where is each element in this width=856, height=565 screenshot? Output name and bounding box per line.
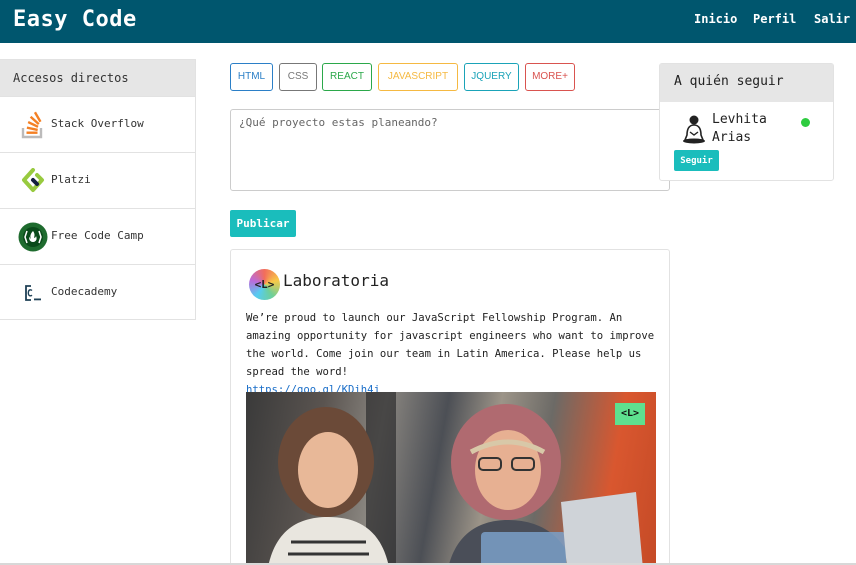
stackoverflow-icon [18,110,48,140]
brand-logo[interactable]: Easy Code [13,7,137,32]
post-text: We’re proud to launch our JavaScript Fel… [246,312,655,378]
sidebar-title: Accesos directos [0,60,195,96]
feed-post: <L> Laboratoria We’re proud to launch ou… [230,249,670,565]
follow-title: A quién seguir [660,64,833,102]
top-navbar: Easy Code Inicio Perfil Salir [0,0,856,43]
tag-html[interactable]: HTML [230,63,273,91]
sidebar-item-stackoverflow[interactable]: Stack Overflow [0,96,195,152]
sidebar-item-codecademy[interactable]: Codecademy [0,264,195,320]
sidebar-item-label: Stack Overflow [51,117,144,130]
tag-css[interactable]: CSS [279,63,317,91]
codecademy-icon [18,278,48,308]
sidebar-item-label: Free Code Camp [51,229,144,242]
follow-user-name[interactable]: Levhita Arias [712,111,792,147]
tag-jquery[interactable]: JQUERY [464,63,519,91]
publish-button[interactable]: Publicar [230,210,296,237]
tag-more[interactable]: MORE+ [525,63,575,91]
post-composer-input[interactable] [230,109,670,191]
freecodecamp-icon [18,222,48,252]
laboratoria-badge: <L> [615,403,645,425]
online-status-icon [801,118,810,127]
sidebar-item-freecodecamp[interactable]: Free Code Camp [0,208,195,264]
nav-salir[interactable]: Salir [814,12,850,26]
follow-button[interactable]: Seguir [674,150,719,171]
post-body: We’re proud to launch our JavaScript Fel… [246,309,661,399]
who-to-follow-panel: A quién seguir Levhita Arias Seguir [659,63,834,181]
tag-javascript[interactable]: JAVASCRIPT [378,63,458,91]
post-author-avatar[interactable]: <L> [249,269,280,300]
post-author-name[interactable]: Laboratoria [283,271,389,290]
nav-inicio[interactable]: Inicio [694,12,737,26]
post-photo-illustration [268,392,643,565]
tag-react[interactable]: REACT [322,63,372,91]
sidebar-item-label: Codecademy [51,285,118,298]
nav-perfil[interactable]: Perfil [753,12,796,26]
post-image[interactable]: <L> [246,392,656,565]
sidebar-item-label: Platzi [51,173,91,186]
user-avatar-icon[interactable] [681,114,707,144]
shortcuts-sidebar: Accesos directos Stack Overflow Platzi F… [0,59,196,320]
sidebar-item-platzi[interactable]: Platzi [0,152,195,208]
platzi-icon [18,166,48,196]
